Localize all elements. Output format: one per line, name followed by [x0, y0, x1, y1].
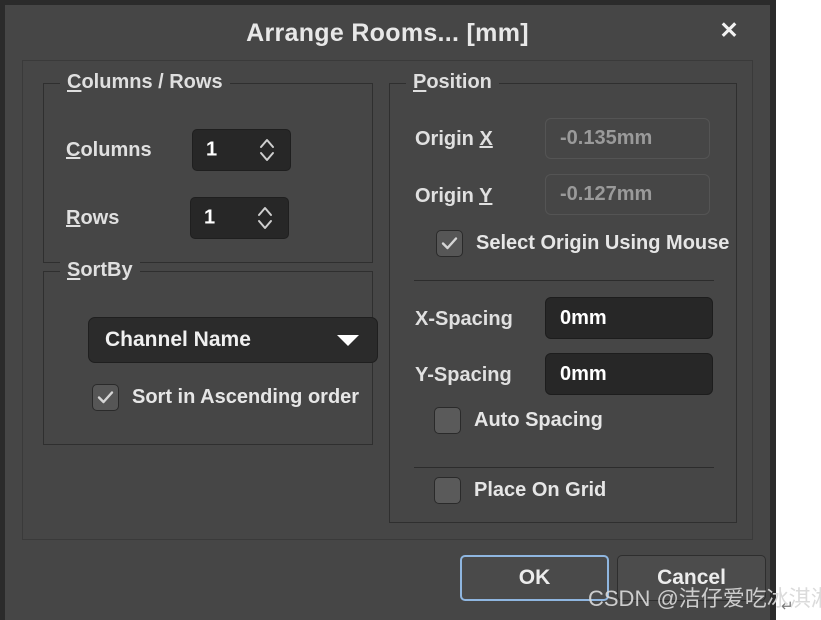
columns-label-rest: olumns — [80, 139, 152, 161]
dialog-titlebar: Arrange Rooms... [mm] ✕ — [5, 5, 770, 57]
columns-rows-legend: Columns / Rows — [60, 71, 230, 94]
screenshot-root: Arrange Rooms... [mm] ✕ Columns / Rows C… — [0, 0, 821, 620]
place-on-grid-label: Place On Grid — [474, 479, 607, 501]
columns-rows-groupbox: Columns / Rows Columns 1 Rows 1 — [43, 71, 373, 263]
origin-x-field[interactable]: -0.135mm — [545, 118, 710, 159]
checkbox-box[interactable] — [434, 477, 461, 504]
sortby-legend: SortBy — [60, 259, 140, 282]
rows-spinbox[interactable]: 1 — [190, 197, 289, 239]
columns-label: Columns — [66, 139, 152, 162]
auto-spacing-checkbox[interactable]: Auto Spacing — [434, 407, 603, 434]
origin-y-value: -0.127mm — [560, 183, 653, 205]
chevron-down-icon[interactable] — [337, 334, 359, 346]
rows-spinner-arrows[interactable] — [256, 204, 274, 232]
columns-rows-legend-accel: C — [67, 71, 82, 93]
sortby-legend-accel: S — [67, 259, 81, 281]
columns-label-accel: C — [66, 139, 81, 161]
select-origin-using-mouse-checkbox[interactable]: Select Origin Using Mouse — [436, 230, 729, 257]
x-spacing-value: 0mm — [560, 306, 607, 329]
sort-ascending-checkbox[interactable]: Sort in Ascending order — [92, 384, 359, 411]
auto-spacing-label: Auto Spacing — [474, 409, 603, 431]
origin-y-field[interactable]: -0.127mm — [545, 174, 710, 215]
checkbox-box[interactable] — [436, 230, 463, 257]
dialog-content-frame: Columns / Rows Columns 1 Rows 1 SortBy C… — [22, 60, 753, 540]
y-spacing-field[interactable]: 0mm — [545, 353, 713, 395]
origin-x-label-accel: X — [479, 128, 493, 150]
sortby-selected-value: Channel Name — [105, 328, 251, 351]
close-icon[interactable]: ✕ — [714, 15, 744, 45]
checkbox-box[interactable] — [92, 384, 119, 411]
sortby-dropdown[interactable]: Channel Name — [88, 317, 378, 363]
columns-value: 1 — [206, 138, 218, 161]
select-origin-using-mouse-label: Select Origin Using Mouse — [476, 232, 730, 254]
dialog-title: Arrange Rooms... [mm] — [246, 19, 529, 47]
rows-label-rest: ows — [80, 207, 120, 229]
rows-value: 1 — [204, 206, 216, 229]
rows-label: Rows — [66, 207, 119, 230]
origin-x-value: -0.135mm — [560, 127, 653, 149]
position-legend-accel: P — [413, 71, 427, 93]
origin-y-label-accel: Y — [479, 185, 493, 207]
origin-x-label-prefix: Origin — [415, 128, 480, 150]
sortby-groupbox: SortBy Channel Name Sort in Ascending or… — [43, 259, 378, 445]
position-divider-bottom — [414, 467, 714, 468]
columns-spinner-arrows[interactable] — [258, 136, 276, 164]
ok-button[interactable]: OK — [460, 555, 609, 601]
origin-x-label: Origin X — [415, 128, 493, 151]
columns-rows-legend-rest: olumns / Rows — [81, 71, 223, 93]
x-spacing-label: X-Spacing — [415, 308, 513, 330]
position-legend: Position — [406, 71, 499, 94]
position-legend-rest: osition — [426, 71, 492, 93]
position-divider-top — [414, 280, 714, 281]
place-on-grid-checkbox[interactable]: Place On Grid — [434, 477, 606, 504]
watermark-pilcrow: ↵ — [781, 598, 794, 615]
checkbox-box[interactable] — [434, 407, 461, 434]
position-groupbox: Position Origin X -0.135mm Origin Y -0.1… — [389, 71, 737, 523]
arrange-rooms-dialog: Arrange Rooms... [mm] ✕ Columns / Rows C… — [0, 0, 776, 620]
y-spacing-label: Y-Spacing — [415, 364, 512, 386]
origin-y-label: Origin Y — [415, 185, 492, 208]
origin-y-label-prefix: Origin — [415, 185, 480, 207]
sortby-legend-rest: ortBy — [80, 259, 133, 281]
cancel-button[interactable]: Cancel — [617, 555, 766, 601]
sort-ascending-label: Sort in Ascending order — [132, 386, 360, 408]
rows-label-accel: R — [66, 207, 81, 229]
columns-spinbox[interactable]: 1 — [192, 129, 291, 171]
x-spacing-field[interactable]: 0mm — [545, 297, 713, 339]
y-spacing-value: 0mm — [560, 362, 607, 385]
